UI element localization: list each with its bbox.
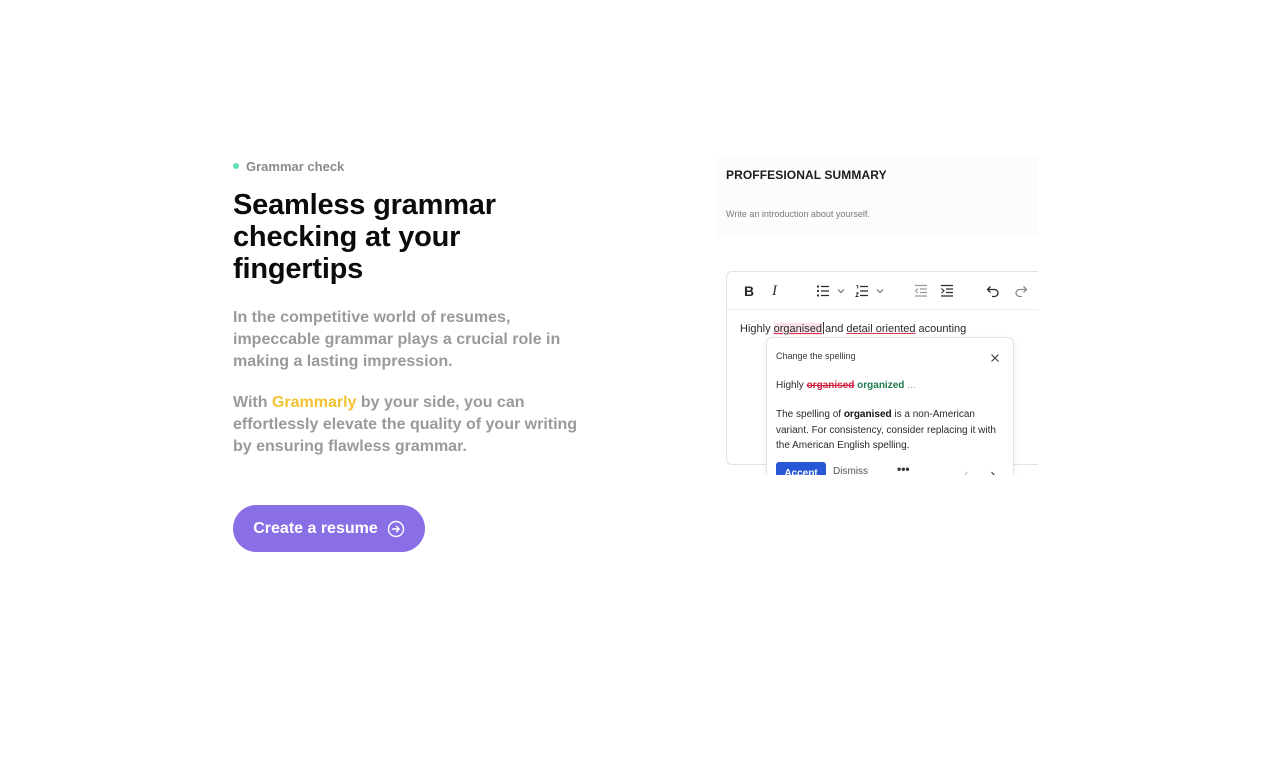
eyebrow: Grammar check — [233, 157, 603, 175]
eyebrow-label: Grammar check — [246, 158, 345, 174]
accept-button[interactable]: Accept — [776, 462, 826, 475]
editor-text-middle: and — [824, 323, 847, 335]
explanation-word: organised — [843, 409, 892, 420]
grammar-error-phrase[interactable]: detail oriented — [846, 323, 915, 335]
grammarly-paragraph: With Grammarly by your side, you can eff… — [233, 392, 593, 458]
section-heading: Seamless grammar checking at your finger… — [233, 189, 496, 285]
indent-icon[interactable] — [940, 281, 954, 301]
bold-icon[interactable]: B — [744, 281, 754, 301]
arrow-circle-right-icon — [387, 520, 405, 538]
undo-icon[interactable] — [986, 281, 1000, 301]
suggestion-ellipsis: ... — [907, 380, 916, 391]
grammarly-highlight: Grammarly — [271, 394, 357, 411]
feature-section: Grammar check Seamless grammar checking … — [233, 157, 603, 458]
suggestion-wrong-word: organised — [806, 380, 855, 391]
explanation-start: The spelling of — [776, 409, 844, 420]
summary-subtitle: Write an introduction about yourself. — [726, 209, 870, 219]
spelling-suggestion-popup: Change the spelling Highly organised org… — [766, 337, 1014, 475]
create-resume-button[interactable]: Create a resume — [233, 505, 425, 552]
suggestion-prefix: Highly — [776, 380, 807, 391]
bullet-dot-icon — [233, 163, 239, 169]
suggestion-correct-word[interactable]: organized — [857, 380, 904, 391]
summary-header: PROFFESIONAL SUMMARY Write an introducti… — [715, 157, 1038, 237]
create-resume-label: Create a resume — [253, 519, 378, 537]
suggestion-explanation: The spelling of organised is a non-Ameri… — [776, 407, 1002, 454]
outdent-icon[interactable] — [914, 281, 928, 301]
popup-title: Change the spelling — [776, 351, 856, 361]
intro-paragraph: In the competitive world of resumes, imp… — [233, 309, 561, 370]
editor-toolbar: B I — [727, 272, 1038, 310]
editor-text-end: acounting — [915, 323, 967, 335]
summary-title: PROFFESIONAL SUMMARY — [726, 168, 887, 182]
chevron-left-icon[interactable] — [962, 468, 970, 475]
more-options-button[interactable]: ••• — [897, 463, 910, 475]
editor-text-start: Highly — [740, 323, 774, 335]
editor-text[interactable]: Highly organised and detail oriented acou… — [740, 322, 966, 335]
suggestion-line[interactable]: Highly organised organized ... — [776, 380, 916, 391]
text-caret — [822, 322, 824, 334]
chevron-right-icon[interactable] — [989, 468, 997, 475]
numbered-list-icon[interactable] — [855, 281, 885, 301]
dismiss-button[interactable]: Dismiss — [833, 466, 868, 475]
redo-icon[interactable] — [1014, 281, 1028, 301]
bullet-list-icon[interactable] — [816, 281, 846, 301]
spelling-error-word[interactable]: organised — [773, 323, 822, 335]
close-icon[interactable] — [990, 350, 1000, 362]
grammarly-paragraph-start: With — [233, 394, 272, 411]
editor-screenshot: PROFFESIONAL SUMMARY Write an introducti… — [715, 157, 1038, 475]
italic-icon[interactable]: I — [772, 281, 777, 301]
